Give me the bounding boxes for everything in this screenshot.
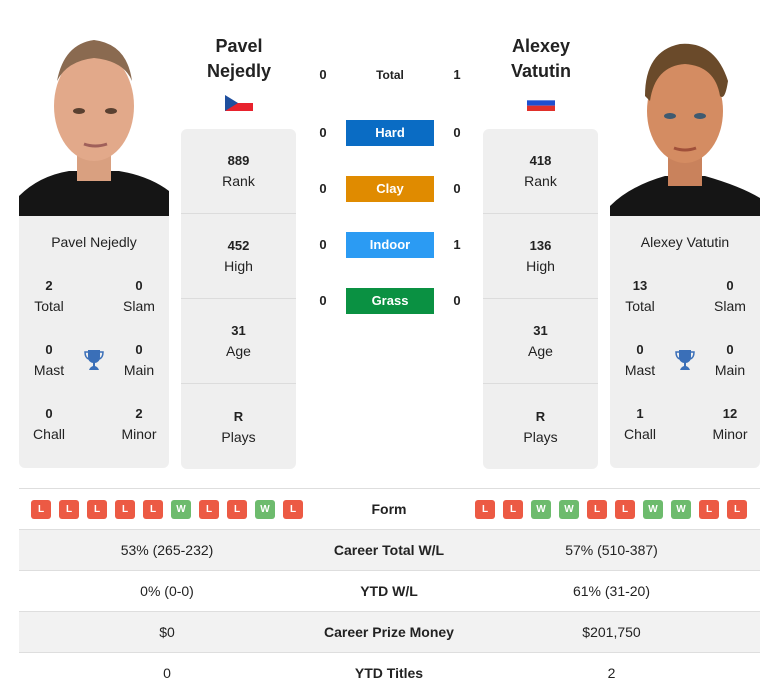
- form-badge-loss[interactable]: L: [503, 500, 523, 519]
- form-badge-loss[interactable]: L: [143, 500, 163, 519]
- player-right-photo: [610, 26, 760, 216]
- flag-russia-icon: [527, 95, 555, 111]
- titles-mast: 0 Mast: [624, 342, 656, 378]
- form-badge-loss[interactable]: L: [199, 500, 219, 519]
- surface-hard-badge[interactable]: Hard: [346, 120, 434, 146]
- form-badge-loss[interactable]: L: [283, 500, 303, 519]
- titles-main: 0 Main: [123, 342, 155, 378]
- stat-age: 31 Age: [483, 299, 598, 384]
- player-left-photo: [19, 26, 169, 216]
- flag-czech-republic-icon: [225, 95, 253, 111]
- stat-plays: R Plays: [221, 408, 256, 445]
- form-row: LLLLLWLLWL Form LLWWLLWWLL: [19, 489, 760, 530]
- h2h-clay-row: 0 Clay 0: [310, 176, 470, 202]
- h2h-total-label: Total: [376, 68, 404, 82]
- surface-indoor-badge[interactable]: Indoor: [346, 232, 434, 258]
- stat-high: 136 High: [483, 214, 598, 299]
- comparison-row-career-wl: 53% (265-232) Career Total W/L 57% (510-…: [19, 530, 760, 571]
- player-left-titles-card: Pavel Nejedly 2 Total 0 Slam 0 Mast 0 Ma…: [19, 216, 169, 468]
- player-left-form: LLLLLWLLWL: [31, 500, 303, 519]
- h2h-total-row: 0 Total 1: [310, 62, 470, 88]
- player-right-name[interactable]: Alexey Vatutin: [481, 34, 601, 84]
- player-left-name[interactable]: Pavel Nejedly: [179, 34, 299, 84]
- form-badge-loss[interactable]: L: [31, 500, 51, 519]
- form-badge-loss[interactable]: L: [475, 500, 495, 519]
- form-badge-win[interactable]: W: [255, 500, 275, 519]
- form-badge-loss[interactable]: L: [59, 500, 79, 519]
- form-badge-win[interactable]: W: [531, 500, 551, 519]
- h2h-hard-row: 0 Hard 0: [310, 120, 470, 146]
- comparison-row-prize-money: $0 Career Prize Money $201,750: [19, 612, 760, 653]
- form-badge-win[interactable]: W: [171, 500, 191, 519]
- comparison-row-ytd-wl: 0% (0-0) YTD W/L 61% (31-20): [19, 571, 760, 612]
- player-right-card-name: Alexey Vatutin: [640, 234, 730, 250]
- form-badge-win[interactable]: W: [559, 500, 579, 519]
- stat-high: 452 High: [181, 214, 296, 299]
- player-right-titles-card: Alexey Vatutin 13 Total 0 Slam 0 Mast 0 …: [610, 216, 760, 468]
- titles-slam: 0 Slam: [123, 278, 155, 314]
- stat-age: 31 Age: [181, 299, 296, 384]
- player-left-stats: 889 Rank 452 High 31 Age R Plays: [181, 129, 296, 469]
- form-badge-loss[interactable]: L: [87, 500, 107, 519]
- titles-mast: 0 Mast: [33, 342, 65, 378]
- titles-chall: 1 Chall: [624, 406, 656, 442]
- player-left-card-name: Pavel Nejedly: [51, 234, 137, 250]
- titles-slam: 0 Slam: [714, 278, 746, 314]
- h2h-indoor-row: 0 Indoor 1: [310, 232, 470, 258]
- player-right-stats: 418 Rank 136 High 31 Age R Plays: [483, 129, 598, 469]
- player-right-form: LLWWLLWWLL: [475, 500, 747, 519]
- surface-clay-badge[interactable]: Clay: [346, 176, 434, 202]
- stat-plays: R Plays: [523, 408, 558, 445]
- comparison-row-ytd-titles: 0 YTD Titles 2: [163, 665, 616, 681]
- stat-rank: 889 Rank: [181, 129, 296, 214]
- titles-total: 2 Total: [34, 278, 64, 314]
- surface-grass-badge[interactable]: Grass: [346, 288, 434, 314]
- titles-minor: 2 Minor: [121, 406, 157, 442]
- form-badge-loss[interactable]: L: [587, 500, 607, 519]
- form-badge-loss[interactable]: L: [727, 500, 747, 519]
- form-label: Form: [371, 501, 407, 517]
- h2h-grass-row: 0 Grass 0: [310, 288, 470, 314]
- form-badge-loss[interactable]: L: [615, 500, 635, 519]
- titles-chall: 0 Chall: [33, 406, 65, 442]
- trophy-icon: [673, 348, 697, 372]
- titles-minor: 12 Minor: [712, 406, 748, 442]
- titles-main: 0 Main: [714, 342, 746, 378]
- titles-total: 13 Total: [625, 278, 655, 314]
- trophy-icon: [82, 348, 106, 372]
- form-badge-loss[interactable]: L: [699, 500, 719, 519]
- form-badge-win[interactable]: W: [643, 500, 663, 519]
- form-badge-loss[interactable]: L: [227, 500, 247, 519]
- stat-rank: 418 Rank: [483, 129, 598, 214]
- form-badge-win[interactable]: W: [671, 500, 691, 519]
- form-badge-loss[interactable]: L: [115, 500, 135, 519]
